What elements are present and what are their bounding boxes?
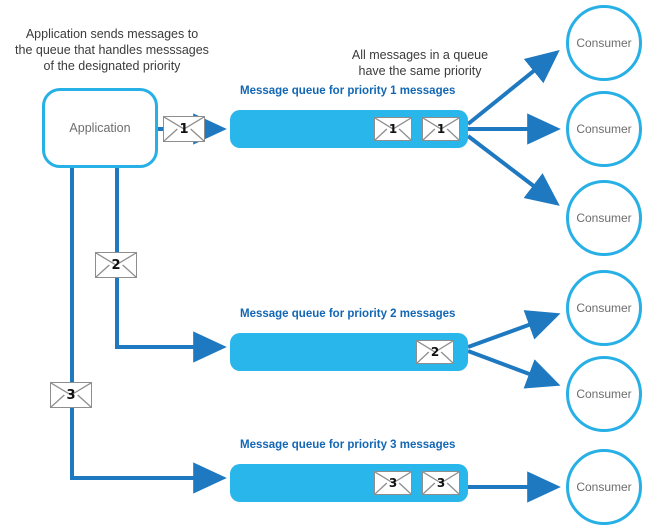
queue-3-message-1: 3: [422, 471, 460, 495]
connector-queue2-consumer4: [467, 310, 561, 349]
consumer-2[interactable]: Consumer: [566, 91, 642, 167]
queue-1-message-0: 1: [374, 117, 412, 141]
message-priority-number: 3: [66, 387, 76, 403]
message-envelope-priority-3: 3: [50, 382, 92, 408]
queue-3-label: Message queue for priority 3 messages: [240, 439, 456, 451]
connector-app-to-queue3: [70, 168, 227, 494]
queue-1-label: Message queue for priority 1 messages: [240, 85, 456, 97]
consumer-5[interactable]: Consumer: [566, 356, 642, 432]
note-right: All messages in a queue have the same pr…: [351, 48, 489, 78]
application-label: Application: [69, 121, 131, 135]
consumer-label: Consumer: [576, 211, 632, 225]
consumer-label: Consumer: [576, 122, 632, 136]
consumer-label: Consumer: [576, 36, 632, 50]
application-node[interactable]: Application: [42, 88, 158, 168]
queue-1-message-1: 1: [422, 117, 460, 141]
message-priority-number: 2: [111, 257, 121, 273]
message-priority-number: 1: [179, 121, 189, 137]
consumer-label: Consumer: [576, 387, 632, 401]
message-envelope-priority-1: 1: [163, 116, 205, 142]
queue-message-number: 3: [436, 476, 446, 490]
queue-2-label: Message queue for priority 2 messages: [240, 308, 456, 320]
queue-message-number: 1: [436, 122, 446, 136]
consumer-1[interactable]: Consumer: [566, 5, 642, 81]
consumer-6[interactable]: Consumer: [566, 449, 642, 525]
queue-3-message-0: 3: [374, 471, 412, 495]
consumer-4[interactable]: Consumer: [566, 270, 642, 346]
queue-message-number: 2: [430, 345, 440, 359]
queue-message-number: 3: [388, 476, 398, 490]
queue-2-message-0: 2: [416, 340, 454, 364]
diagram-canvas: Application sends messages to the queue …: [0, 0, 649, 527]
connector-queue1-consumer3: [466, 134, 560, 206]
note-left: Application sends messages to the queue …: [15, 27, 209, 73]
consumer-3[interactable]: Consumer: [566, 180, 642, 256]
queue-message-number: 1: [388, 122, 398, 136]
consumer-label: Consumer: [576, 301, 632, 315]
consumer-label: Consumer: [576, 480, 632, 494]
message-envelope-priority-2: 2: [95, 252, 137, 278]
connector-queue2-consumer5: [467, 349, 561, 389]
